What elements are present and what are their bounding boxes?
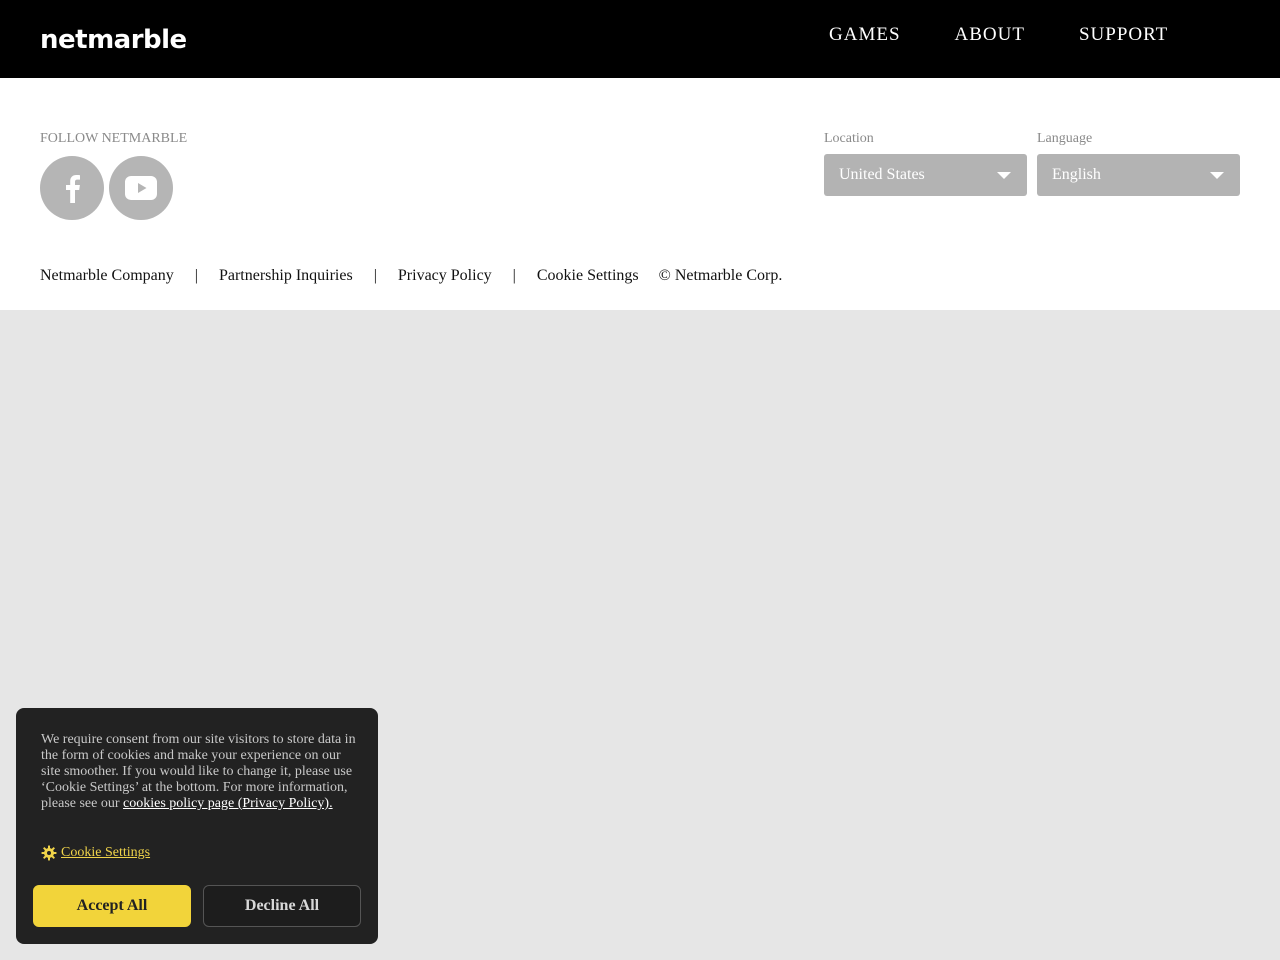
site-footer: FOLLOW NETMARBLE Location United States … (0, 78, 1280, 310)
separator: | (374, 266, 377, 286)
facebook-icon (63, 173, 81, 203)
chevron-down-icon (997, 172, 1011, 179)
location-value: United States (839, 166, 925, 184)
link-privacy-policy[interactable]: Privacy Policy (398, 266, 492, 286)
cookie-message: We require consent from our site visitor… (41, 732, 359, 812)
gear-icon (41, 845, 57, 861)
copyright: © Netmarble Corp. (659, 266, 783, 286)
nav-support[interactable]: SUPPORT (1079, 24, 1168, 46)
cookie-settings-link[interactable]: Cookie Settings (41, 845, 150, 861)
accept-all-button[interactable]: Accept All (33, 885, 191, 927)
site-header: netmarble GAMES ABOUT SUPPORT (0, 0, 1280, 78)
decline-all-button[interactable]: Decline All (203, 885, 361, 927)
language-group: Language English (1037, 131, 1240, 196)
link-partnership-inquiries[interactable]: Partnership Inquiries (219, 266, 353, 286)
cookie-consent-popup: We require consent from our site visitor… (16, 708, 378, 944)
cookies-policy-link[interactable]: cookies policy page (Privacy Policy). (123, 796, 333, 811)
location-select[interactable]: United States (824, 154, 1027, 196)
youtube-icon (125, 176, 157, 200)
separator: | (513, 266, 516, 286)
location-group: Location United States (824, 131, 1027, 196)
chevron-down-icon (1210, 172, 1224, 179)
main-nav: GAMES ABOUT SUPPORT (829, 24, 1168, 46)
netmarble-logo[interactable]: netmarble (40, 24, 187, 56)
language-select[interactable]: English (1037, 154, 1240, 196)
cookie-settings-label: Cookie Settings (61, 845, 150, 861)
youtube-button[interactable] (109, 156, 173, 220)
separator: | (195, 266, 198, 286)
location-label: Location (824, 131, 1027, 147)
link-cookie-settings[interactable]: Cookie Settings (537, 266, 639, 286)
link-netmarble-company[interactable]: Netmarble Company (40, 266, 174, 286)
language-value: English (1052, 166, 1101, 184)
nav-games[interactable]: GAMES (829, 24, 901, 46)
nav-about[interactable]: ABOUT (955, 24, 1025, 46)
follow-label: FOLLOW NETMARBLE (40, 131, 187, 147)
footer-links: Netmarble Company | Partnership Inquirie… (40, 266, 782, 286)
facebook-button[interactable] (40, 156, 104, 220)
social-links (40, 156, 173, 220)
language-label: Language (1037, 131, 1240, 147)
